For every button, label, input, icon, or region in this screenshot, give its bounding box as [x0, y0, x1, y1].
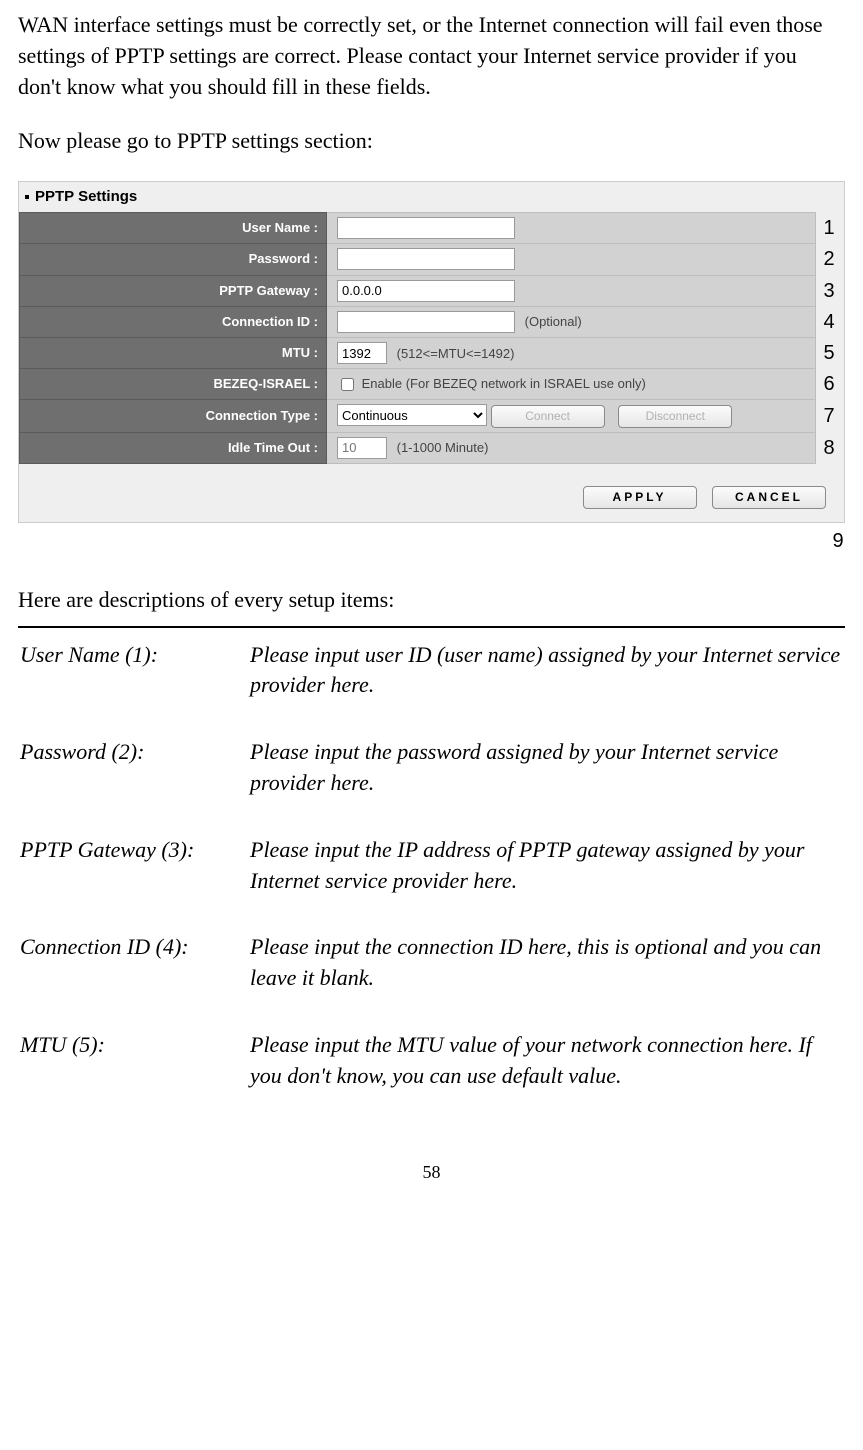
action-buttons: APPLY CANCEL	[583, 479, 827, 510]
bezeq-checkbox[interactable]	[341, 378, 354, 391]
user-name-input[interactable]	[337, 217, 515, 239]
mtu-input[interactable]	[337, 342, 387, 364]
annot-8: 8	[816, 432, 845, 463]
label-password: Password :	[20, 244, 327, 275]
term-user-name: User Name (1):	[20, 634, 248, 708]
disconnect-button[interactable]: Disconnect	[618, 405, 732, 428]
def-password: Please input the password assigned by yo…	[250, 731, 843, 805]
annot-6: 6	[816, 369, 845, 400]
page-number: 58	[18, 1160, 845, 1185]
hint-idle-range: (1-1000 Minute)	[397, 440, 489, 455]
annot-3: 3	[816, 275, 845, 306]
label-pptp-gateway: PPTP Gateway :	[20, 275, 327, 306]
bullet-icon	[25, 195, 29, 199]
label-user-name: User Name :	[20, 213, 327, 244]
hint-bezeq: Enable (For BEZEQ network in ISRAEL use …	[362, 376, 646, 391]
def-mtu: Please input the MTU value of your netwo…	[250, 1024, 843, 1098]
annot-4: 4	[816, 306, 845, 337]
hint-mtu-range: (512<=MTU<=1492)	[397, 346, 515, 361]
descriptions-heading: Here are descriptions of every setup ite…	[18, 585, 845, 616]
connection-id-input[interactable]	[337, 311, 515, 333]
connect-button[interactable]: Connect	[491, 405, 605, 428]
connection-type-select[interactable]: Continuous	[337, 404, 487, 426]
label-bezeq: BEZEQ-ISRAEL :	[20, 369, 327, 400]
apply-button[interactable]: APPLY	[583, 486, 697, 509]
settings-table: User Name : 1 Password : 2 PPTP Gateway …	[19, 212, 844, 464]
password-input[interactable]	[337, 248, 515, 270]
pptp-gateway-input[interactable]	[337, 280, 515, 302]
term-pptp-gateway: PPTP Gateway (3):	[20, 829, 248, 903]
annot-9: 9	[428, 527, 863, 555]
def-pptp-gateway: Please input the IP address of PPTP gate…	[250, 829, 843, 903]
annot-5: 5	[816, 337, 845, 368]
def-connection-id: Please input the connection ID here, thi…	[250, 926, 843, 1000]
term-password: Password (2):	[20, 731, 248, 805]
intro-text: WAN interface settings must be correctly…	[18, 10, 845, 102]
hint-optional: (Optional)	[525, 314, 582, 329]
term-connection-id: Connection ID (4):	[20, 926, 248, 1000]
label-idle-timeout: Idle Time Out :	[20, 432, 327, 463]
panel-title: PPTP Settings	[19, 182, 844, 212]
pptp-settings-panel: PPTP Settings User Name : 1 Password : 2…	[18, 181, 845, 523]
annot-2: 2	[816, 244, 845, 275]
label-connection-id: Connection ID :	[20, 306, 327, 337]
panel-title-text: PPTP Settings	[35, 186, 137, 207]
annot-1: 1	[816, 213, 845, 244]
separator	[18, 626, 845, 628]
definitions-table: User Name (1): Please input user ID (use…	[18, 632, 845, 1100]
label-mtu: MTU :	[20, 337, 327, 368]
idle-timeout-input[interactable]	[337, 437, 387, 459]
def-user-name: Please input user ID (user name) assigne…	[250, 634, 843, 708]
cancel-button[interactable]: CANCEL	[712, 486, 826, 509]
label-connection-type: Connection Type :	[20, 400, 327, 432]
term-mtu: MTU (5):	[20, 1024, 248, 1098]
section-prompt: Now please go to PPTP settings section:	[18, 126, 845, 157]
annot-7: 7	[816, 400, 845, 432]
